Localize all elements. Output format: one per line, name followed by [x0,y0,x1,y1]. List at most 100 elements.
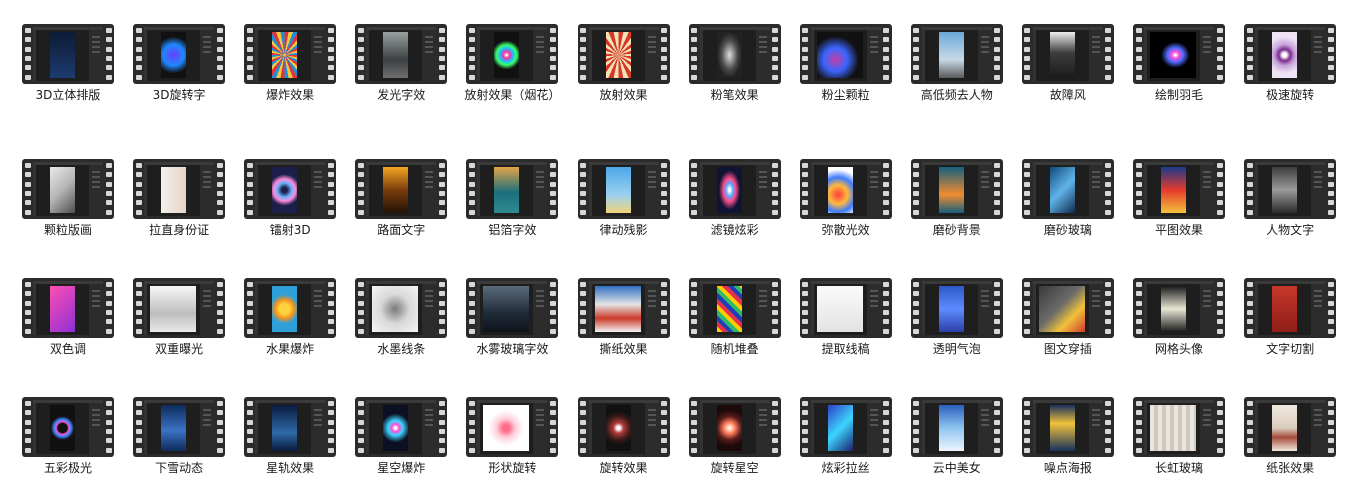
file-name-label: 律动残影 [599,223,648,237]
video-thumbnail [366,400,437,454]
thumbnail-artwork [1161,167,1186,213]
video-thumbnail [1255,281,1326,335]
sprocket-holes [245,26,254,82]
thumbnail-artwork [1150,405,1196,451]
thumbnail-artwork [483,286,530,332]
sprocket-holes [882,26,891,82]
video-thumbnail [255,27,326,81]
sprocket-holes [1104,26,1113,82]
file-name-label: 图文穿插 [1043,342,1092,356]
sprocket-holes [912,280,921,336]
sprocket-holes [1023,399,1032,455]
sprocket-holes [690,26,699,82]
thumbnail-artwork [161,405,187,451]
thumbnail-artwork [272,286,298,332]
thumbnail-artwork [383,167,409,213]
thumbnail-artwork [716,405,742,451]
video-thumbnail [477,281,548,335]
sprocket-holes [1215,26,1224,82]
file-name-label: 透明气泡 [932,342,981,356]
sprocket-holes [1023,161,1032,217]
film-strip-icon [466,278,559,338]
thumbnail-artwork [938,32,964,78]
video-thumbnail [255,162,326,216]
sprocket-holes [326,161,335,217]
sprocket-holes [1134,26,1143,82]
video-thumbnail [144,162,215,216]
sprocket-holes [134,280,143,336]
sprocket-holes [771,399,780,455]
sprocket-holes [245,280,254,336]
film-strip-icon [688,159,781,219]
file-name-label: 五彩极光 [43,461,92,475]
video-thumbnail [1144,162,1214,216]
film-strip-icon [688,397,781,457]
file-name-label: 故障风 [1049,88,1086,102]
video-thumbnail [921,162,992,216]
sprocket-holes [356,280,365,336]
file-name-label: 撕纸效果 [599,342,648,356]
video-thumbnail [366,162,437,216]
video-thumbnail [1255,162,1326,216]
film-strip-icon [22,397,114,457]
sprocket-holes [1215,280,1224,336]
sprocket-holes [771,161,780,217]
sprocket-holes [548,26,557,82]
video-thumbnail [810,162,881,216]
sprocket-holes [1215,399,1224,455]
file-name-label: 弥散光效 [821,223,870,237]
sprocket-holes [1245,399,1254,455]
file-name-label: 水墨线条 [377,342,426,356]
file-name-label: 3D旋转字 [152,88,206,102]
sprocket-holes [467,280,476,336]
thumbnail-artwork [816,286,863,332]
video-thumbnail [588,27,659,81]
file-name-label: 磨砂背景 [932,223,981,237]
thumbnail-artwork [605,167,631,213]
thumbnail-artwork [938,405,964,451]
file-name-label: 噪点海报 [1043,461,1092,475]
file-name-label: 水雾玻璃字效 [476,342,549,356]
video-thumbnail [699,400,770,454]
file-name-label: 双色调 [49,342,86,356]
film-strip-icon [910,397,1003,457]
file-name-label: 放射效果（烟花） [464,88,561,102]
sprocket-holes [1023,280,1032,336]
video-thumbnail [1032,27,1103,81]
file-name-label: 提取线稿 [821,342,870,356]
sprocket-holes [548,280,557,336]
file-name-label: 滤镜炫彩 [710,223,759,237]
sprocket-holes [1326,399,1335,455]
sprocket-holes [912,399,921,455]
file-name-label: 平图效果 [1154,223,1203,237]
file-name-label: 长虹玻璃 [1154,461,1203,475]
file-name-label: 高低频去人物 [920,88,993,102]
film-strip-icon [799,24,892,84]
file-name-label: 形状旋转 [488,461,537,475]
thumbnail-artwork [1272,32,1298,78]
sprocket-holes [801,399,810,455]
sprocket-holes [660,26,669,82]
video-thumbnail [144,27,215,81]
thumbnail-artwork [1150,32,1196,78]
thumbnail-artwork [938,167,964,213]
file-name-label: 旋转星空 [710,461,759,475]
thumbnail-artwork [383,32,409,78]
file-name-label: 星空爆炸 [377,461,426,475]
film-strip-icon [355,24,448,84]
sprocket-holes [660,161,669,217]
thumbnail-artwork [1049,405,1075,451]
file-name-label: 粉笔效果 [710,88,759,102]
film-strip-icon [577,24,670,84]
video-thumbnail [366,27,437,81]
video-thumbnail [1255,27,1326,81]
video-thumbnail [921,27,992,81]
file-name-label: 旋转效果 [599,461,648,475]
sprocket-holes [326,399,335,455]
file-name-label: 人物文字 [1266,223,1315,237]
film-strip-icon [1133,278,1225,338]
sprocket-holes [104,161,113,217]
sprocket-holes [993,161,1002,217]
sprocket-holes [23,161,32,217]
film-strip-icon [355,159,448,219]
